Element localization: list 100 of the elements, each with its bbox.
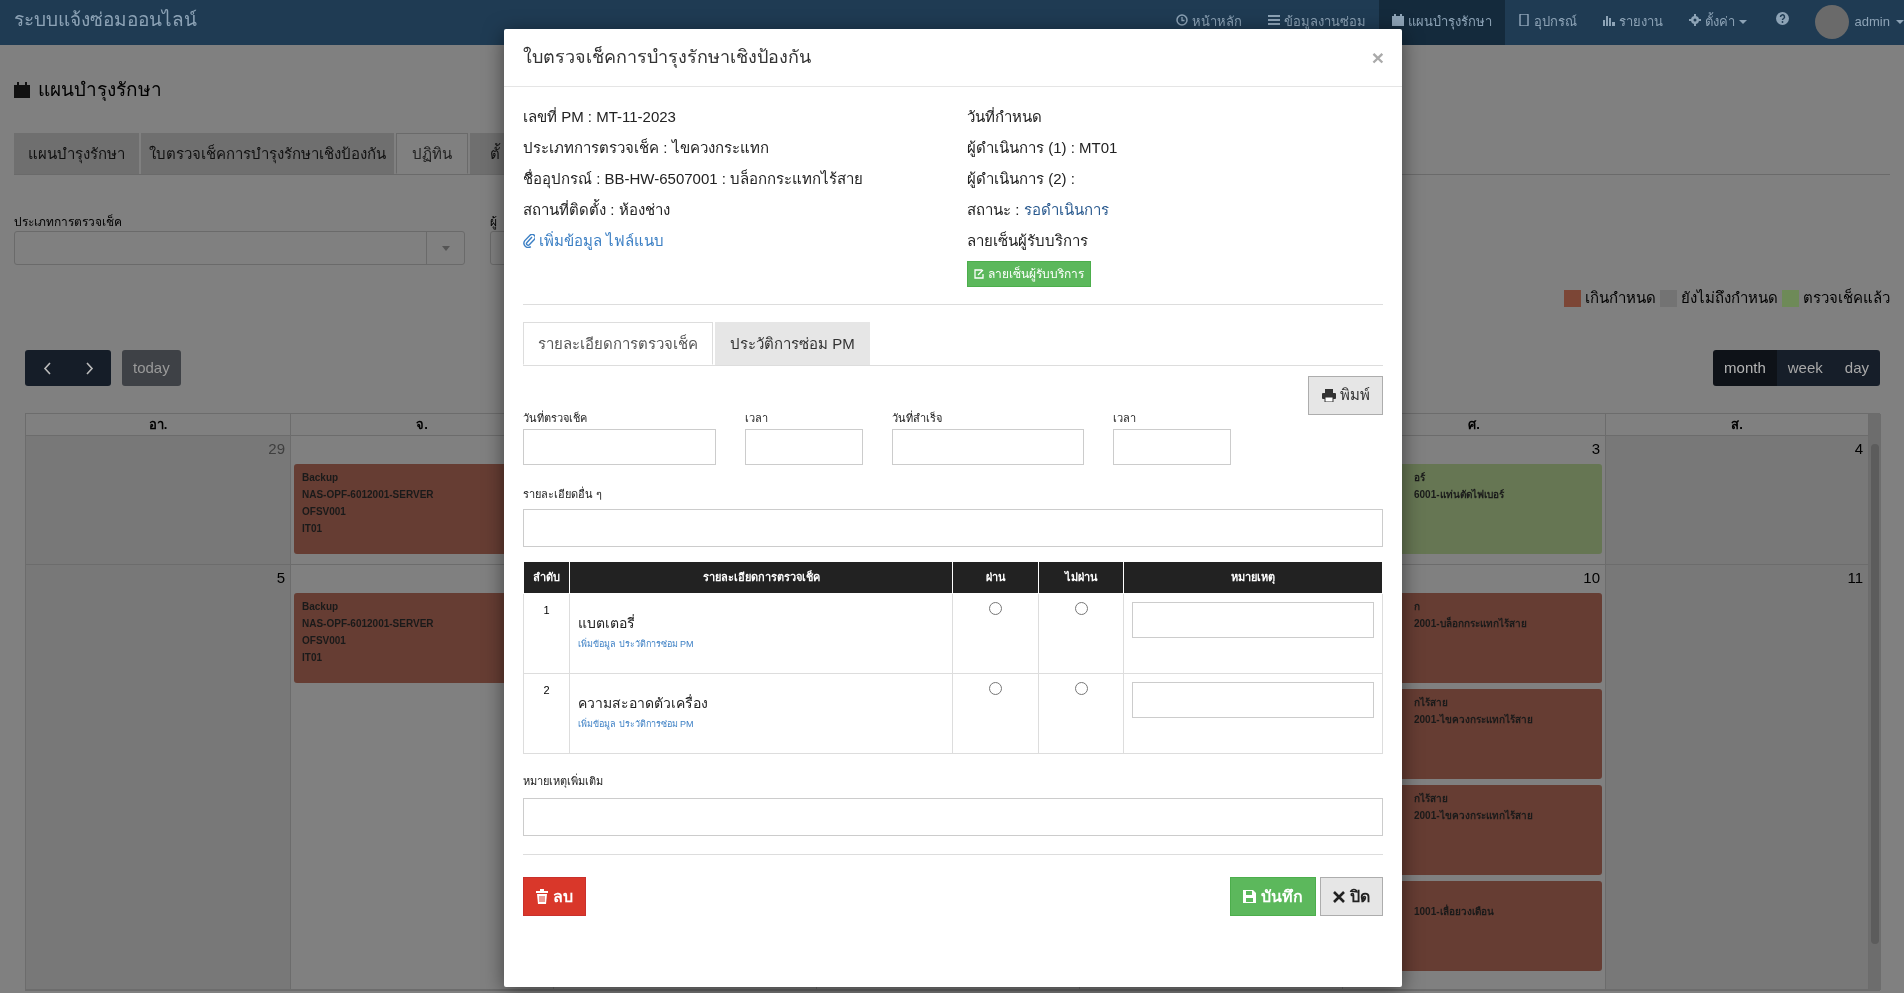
info-text: ผู้ดำเนินการ (1) : MT01 (967, 138, 1119, 159)
delete-button[interactable]: ลบ (523, 877, 586, 916)
event-text: 1001-เลื่อยวงเดือน (1414, 903, 1495, 919)
event-text: IT01 (302, 522, 323, 536)
close-button[interactable]: ปิด (1320, 877, 1383, 916)
brand-title[interactable]: ระบบแจ้งซ่อมออนไลน์ (14, 0, 197, 40)
view-button[interactable]: month (1713, 350, 1777, 386)
today-button[interactable]: today (122, 350, 181, 386)
column-header: รายละเอียดการตรวจเช็ค (569, 561, 953, 594)
event-text: 2001-บล็อกกระแทกไร้สาย (1414, 615, 1528, 631)
info-text: ผู้ดำเนินการ (2) : (967, 169, 1076, 190)
nav-link[interactable]: อุปกรณ์ (1504, 0, 1590, 45)
tab[interactable]: ประวัติการซ่อม PM (715, 322, 870, 365)
sign-button[interactable]: ลายเซ็นผู้รับบริการ (967, 261, 1091, 287)
date-number: 29 (267, 439, 286, 459)
attach-link[interactable]: เพิ่มข้อมูล ไฟล์แนบ (523, 225, 665, 256)
history-link[interactable]: เพิ่มข้อมูล ประวัติการซ่อม PM (578, 718, 694, 732)
nav-link[interactable]: แผนบำรุงรักษา (1378, 0, 1505, 45)
close-icon (1333, 890, 1345, 903)
field-label: วันที่สำเร็จ (892, 409, 943, 426)
chevron-left-icon (42, 361, 51, 375)
row-number: 1 (542, 603, 551, 618)
event-text: Backup (302, 471, 340, 485)
modal-title: ใบตรวจเช็คการบำรุงรักษาเชิงป้องกัน (523, 45, 811, 70)
radio-button[interactable] (1074, 602, 1088, 615)
tab[interactable]: รายละเอียดการตรวจเช็ค (523, 322, 713, 365)
input-field[interactable] (745, 429, 863, 465)
legend-label: ยังไม่ถึงกำหนด (1681, 287, 1778, 308)
date-number: 11 (1846, 568, 1864, 588)
event-text: OFSV001 (302, 634, 347, 648)
check-item: แบตเตอรี่ (578, 614, 636, 632)
save-button[interactable]: บันทึก (1230, 877, 1316, 916)
input-field[interactable] (523, 798, 1383, 836)
calendar-icon (14, 82, 30, 98)
event-text: กไร้สาย (1414, 695, 1449, 710)
avatar[interactable] (1814, 5, 1849, 39)
nav-link[interactable]: หน้าหลัก (1162, 0, 1255, 45)
date-number: 5 (275, 568, 286, 588)
event-text: อร์ (1414, 471, 1426, 485)
bar-chart-icon (1602, 14, 1615, 26)
scrollbar[interactable] (1869, 414, 1881, 990)
tab[interactable]: ใบตรวจเช็คการบำรุงรักษาเชิงป้องกัน (141, 133, 394, 174)
tab[interactable]: แผนบำรุงรักษา (14, 133, 139, 174)
trash-icon (536, 889, 548, 904)
event-text: กไร้สาย (1414, 791, 1449, 806)
nav-link[interactable]: ข้อมูลงานซ่อม (1254, 0, 1379, 45)
column-header: ลำดับ (523, 561, 570, 594)
event-text: 2001-ไขควงกระแทกไร้สาย (1414, 712, 1534, 727)
input-field[interactable] (1113, 429, 1231, 465)
close-button[interactable]: × (1371, 47, 1384, 68)
event-text: NAS-OPF-6012001-SERVER (302, 617, 435, 631)
info-text: ประเภทการตรวจเช็ค : ไขควงกระแทก (523, 137, 770, 158)
event-text: 2001-ไขควงกระแทกไร้สาย (1414, 808, 1534, 823)
info-text: สถานะ : (967, 201, 1020, 218)
event-text: OFSV001 (302, 505, 347, 519)
input-field[interactable] (523, 429, 716, 465)
calendar-icon (1391, 14, 1404, 26)
status-text: รอดำเนินการ (1023, 201, 1109, 218)
info-text: ชื่ออุปกรณ์ : BB-HW-6507001 : บล็อกกระแทกไร้สาย (523, 168, 865, 191)
previous-button[interactable] (25, 350, 68, 386)
legend-label: เกินกำหนด (1585, 287, 1656, 308)
nav-link[interactable]: รายงาน (1589, 0, 1676, 45)
history-link[interactable]: เพิ่มข้อมูล ประวัติการซ่อม PM (578, 638, 694, 652)
info-text: วันที่กำหนด (967, 106, 1043, 127)
print-button[interactable]: พิมพ์ (1308, 376, 1383, 415)
input-field[interactable] (523, 509, 1383, 547)
input-field[interactable] (1132, 602, 1374, 638)
field-label: ผู้ (490, 214, 498, 231)
event-text: IT01 (302, 651, 323, 665)
nav-link[interactable]: ตั้งค่า (1675, 0, 1760, 45)
list-icon (1267, 14, 1280, 26)
input-field[interactable] (892, 429, 1084, 465)
tab[interactable]: ปฏิทิน (396, 133, 468, 174)
radio-button[interactable] (989, 682, 1002, 695)
event-text: Backup (302, 600, 340, 614)
input-field[interactable] (1132, 682, 1374, 718)
event-text: 6001-แท่นตัดไฟเบอร์ (1414, 487, 1505, 502)
legend-label: ตรวจเช็คแล้ว (1803, 287, 1890, 308)
date-number: 3 (1590, 439, 1601, 459)
next-button[interactable] (68, 350, 111, 386)
info-text: สถานที่ติดตั้ง : ห้องช่าง (523, 198, 671, 220)
view-button[interactable]: day (1833, 350, 1880, 386)
radio-button[interactable] (1074, 682, 1088, 695)
check-item: ความสะอาดตัวเครื่อง (578, 694, 709, 712)
page-title: แผนบำรุงรักษา (38, 77, 162, 103)
select-field[interactable] (14, 231, 465, 265)
event-text: ก (1414, 600, 1421, 614)
clock-icon (1175, 14, 1188, 26)
column-header: ไม่ผ่าน (1038, 561, 1124, 594)
date-number: 10 (1582, 568, 1601, 588)
edit-icon (974, 269, 984, 279)
chevron-right-icon (85, 361, 94, 375)
radio-button[interactable] (989, 602, 1002, 615)
field-label: ประเภทการตรวจเช็ค (14, 213, 123, 231)
info-text: เลขที่ PM : MT-11-2023 (523, 106, 677, 127)
view-button[interactable]: week (1776, 350, 1834, 386)
help-icon[interactable] (1775, 12, 1789, 25)
printer-icon (1321, 389, 1336, 402)
caret-icon (441, 245, 450, 251)
user-name[interactable]: admin (1854, 12, 1890, 32)
